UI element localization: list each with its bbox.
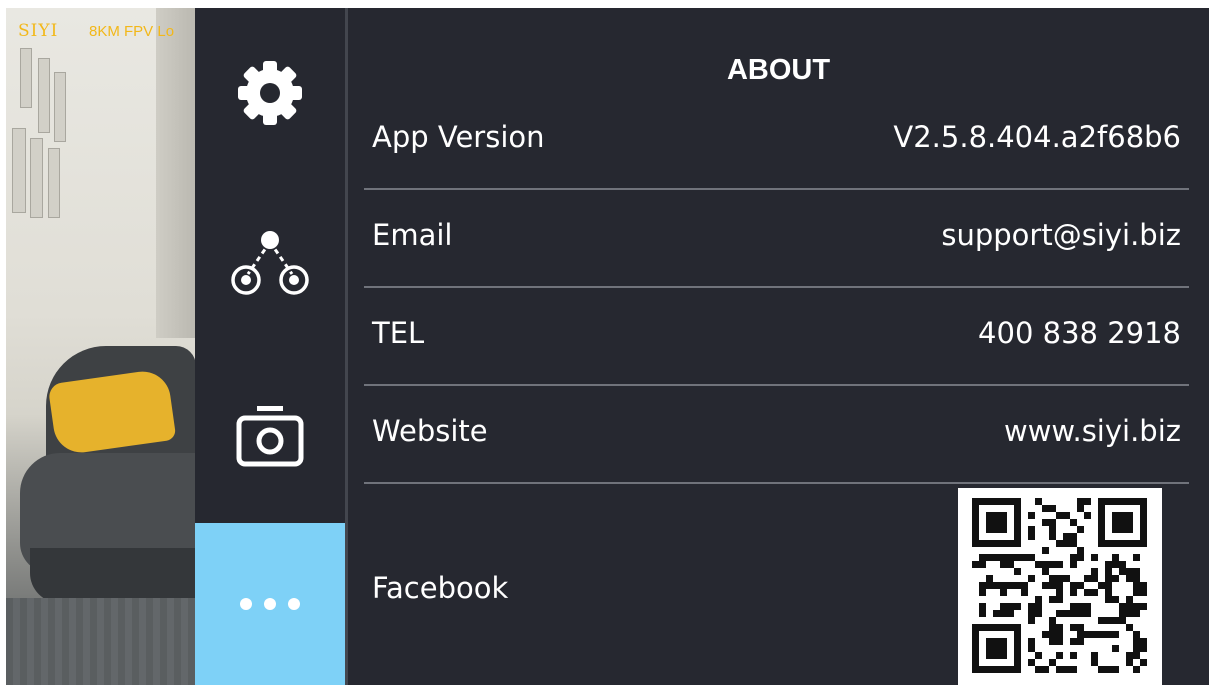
row-label: TEL <box>372 316 425 350</box>
about-row-email: Email support@siyi.biz <box>364 190 1189 288</box>
camera-overlay-brand: SIYI <box>18 21 59 41</box>
row-label: App Version <box>372 120 545 154</box>
row-label: Website <box>372 414 488 448</box>
about-row-tel: TEL 400 838 2918 <box>364 288 1189 386</box>
app-window: SIYI 8KM FPV Lo ABOUT App Version V2.5.8… <box>6 8 1209 685</box>
sidebar-item-network[interactable] <box>195 178 345 348</box>
link-nodes-icon <box>231 231 309 295</box>
about-row-website: Website www.siyi.biz <box>364 386 1189 484</box>
row-value: V2.5.8.404.a2f68b6 <box>893 120 1181 154</box>
more-dots-icon <box>240 598 300 610</box>
about-row-facebook: Facebook <box>364 486 1189 685</box>
row-value[interactable]: support@siyi.biz <box>941 218 1181 252</box>
about-row-app-version: App Version V2.5.8.404.a2f68b6 <box>364 92 1189 190</box>
about-panel: ABOUT App Version V2.5.8.404.a2f68b6 Ema… <box>348 8 1209 685</box>
facebook-qr-code <box>958 488 1162 685</box>
row-value[interactable]: www.siyi.biz <box>1004 414 1181 448</box>
row-label: Facebook <box>372 571 509 605</box>
sidebar-item-more[interactable] <box>195 523 345 685</box>
row-value: 400 838 2918 <box>978 316 1181 350</box>
camera-feed: SIYI 8KM FPV Lo <box>6 8 196 685</box>
sidebar <box>195 8 345 685</box>
camera-overlay-tagline: 8KM FPV Lo <box>89 23 175 40</box>
sidebar-item-settings[interactable] <box>195 8 345 178</box>
sidebar-item-camera[interactable] <box>195 348 345 523</box>
camera-icon <box>236 405 304 466</box>
page-title: ABOUT <box>726 54 831 86</box>
row-label: Email <box>372 218 453 252</box>
gear-icon <box>238 61 302 125</box>
